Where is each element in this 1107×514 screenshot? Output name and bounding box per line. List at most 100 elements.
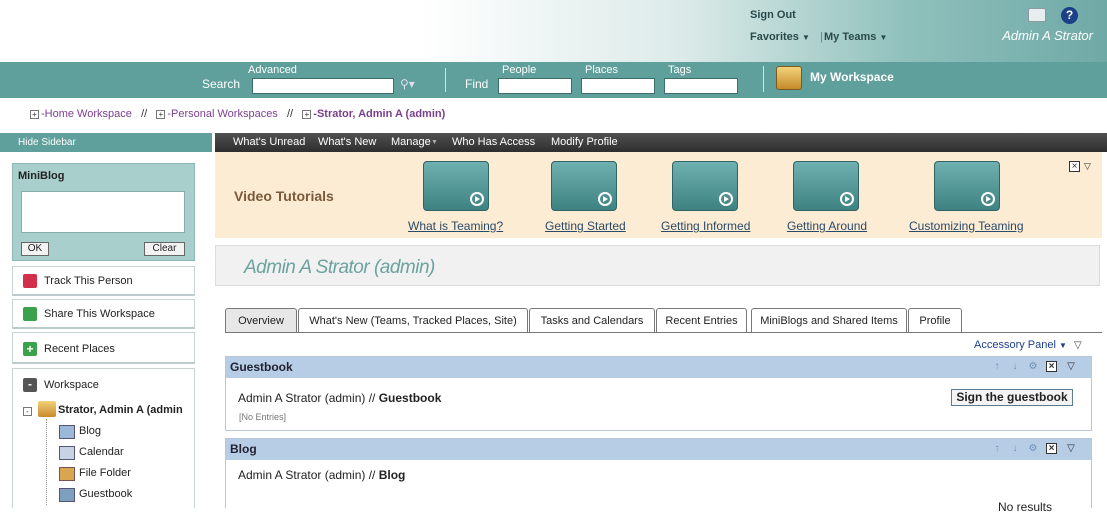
page-title-bar: Admin A Strator (admin) [215, 245, 1100, 286]
video-tutorials-panel: Video Tutorials What is Teaming? Getting… [215, 152, 1102, 238]
move-down-icon[interactable]: ↓ [1009, 443, 1021, 455]
ok-button[interactable]: OK [21, 242, 49, 256]
move-down-icon[interactable]: ↓ [1009, 361, 1021, 373]
guestbook-icon [59, 488, 75, 502]
track-person-box[interactable]: Track This Person [12, 266, 195, 296]
find-people-input[interactable] [498, 78, 572, 94]
print-icon[interactable] [1028, 8, 1046, 22]
places-label: Places [585, 64, 619, 76]
menu-modify-profile[interactable]: Modify Profile [551, 133, 618, 152]
tree-item-file-folder[interactable]: File Folder [79, 467, 131, 479]
teaming-video-icon[interactable] [423, 161, 489, 211]
tab-recent-entries[interactable]: Recent Entries [656, 308, 747, 333]
close-icon[interactable]: × [1069, 161, 1080, 172]
chevron-down-icon[interactable]: ▽ [1065, 443, 1077, 455]
tab-overview[interactable]: Overview [225, 308, 297, 333]
find-tags-input[interactable] [664, 78, 738, 94]
menu-whats-new[interactable]: What's New [318, 133, 376, 152]
find-places-input[interactable] [581, 78, 655, 94]
recent-places-box[interactable]: + Recent Places [12, 332, 195, 364]
blog-path-prefix: Admin A Strator (admin) // [238, 468, 379, 482]
menu-who-has-access[interactable]: Who Has Access [452, 133, 535, 152]
collapse-icon[interactable]: - [23, 406, 32, 416]
video-tutorials-title: Video Tutorials [234, 188, 334, 204]
workspace-label: Workspace [44, 379, 99, 391]
page-title: Admin A Strator (admin) [244, 257, 435, 278]
advanced-search-link[interactable]: Advanced [248, 64, 297, 76]
tab-whats-new[interactable]: What's New (Teams, Tracked Places, Site) [298, 308, 528, 333]
tree-item-blog[interactable]: Blog [79, 425, 101, 437]
tab-profile[interactable]: Profile [908, 308, 962, 333]
search-icon[interactable]: ⚲▾ [400, 77, 415, 91]
expand-icon[interactable]: + [156, 109, 166, 119]
share-workspace-box[interactable]: Share This Workspace [12, 299, 195, 329]
tree-item-guestbook[interactable]: Guestbook [79, 488, 132, 500]
miniblog-panel: MiniBlog OK Clear [12, 163, 195, 261]
hide-sidebar-button[interactable]: Hide Sidebar [0, 133, 212, 152]
play-icon [719, 192, 733, 206]
sign-out-link[interactable]: Sign Out [750, 9, 796, 21]
menu-manage[interactable]: Manage [391, 133, 431, 152]
chevron-down-icon[interactable]: ▽ [1074, 340, 1082, 351]
move-up-icon[interactable]: ↑ [991, 443, 1003, 455]
tab-tasks-calendars[interactable]: Tasks and Calendars [529, 308, 655, 333]
my-workspace-link[interactable]: My Workspace [810, 70, 894, 84]
breadcrumb-personal[interactable]: -Personal Workspaces [167, 108, 277, 120]
breadcrumb-current[interactable]: -Strator, Admin A (admin) [313, 108, 445, 120]
favorites-menu[interactable]: Favorites ▼ [750, 31, 810, 43]
accessory-panel-menu[interactable]: Accessory Panel ▼ [974, 339, 1067, 351]
user-name: Admin A Strator [1002, 28, 1093, 43]
tags-label: Tags [668, 64, 692, 76]
tab-miniblogs-shared[interactable]: MiniBlogs and Shared Items [751, 308, 907, 333]
my-workspace-icon[interactable] [776, 66, 802, 90]
guestbook-header: Guestbook ↑ ↓ ⚙ × ▽ [226, 357, 1091, 378]
sign-guestbook-button[interactable]: Sign the guestbook [951, 389, 1073, 406]
blog-section: Blog ↑ ↓ ⚙ × ▽ Admin A Strator (admin) /… [225, 438, 1092, 514]
blog-icon [59, 425, 75, 439]
clear-button[interactable]: Clear [144, 242, 185, 256]
help-icon[interactable]: ? [1061, 7, 1078, 24]
customizing-video-icon[interactable] [934, 161, 1000, 211]
find-label: Find [465, 77, 489, 91]
menu-whats-unread[interactable]: What's Unread [233, 133, 305, 152]
move-up-icon[interactable]: ↑ [991, 361, 1003, 373]
tutorial-customizing-teaming[interactable]: Customizing Teaming [909, 219, 1024, 233]
chevron-down-icon: ▼ [1059, 341, 1067, 350]
miniblog-input[interactable] [21, 191, 185, 233]
tutorial-what-is-teaming[interactable]: What is Teaming? [408, 219, 503, 233]
tree-toggle[interactable]: - [23, 405, 34, 417]
blog-path-name[interactable]: Blog [379, 468, 406, 482]
started-video-icon[interactable] [551, 161, 617, 211]
collapse-icon[interactable]: - [23, 378, 37, 392]
share-workspace-label: Share This Workspace [44, 308, 155, 320]
chevron-down-icon: ▼ [879, 33, 888, 42]
search-input[interactable] [252, 78, 394, 94]
tutorial-getting-around[interactable]: Getting Around [787, 219, 867, 233]
guestbook-path-name[interactable]: Guestbook [379, 391, 442, 405]
close-icon[interactable]: × [1046, 443, 1057, 454]
guestbook-section: Guestbook ↑ ↓ ⚙ × ▽ Admin A Strator (adm… [225, 356, 1092, 431]
tutorial-getting-started[interactable]: Getting Started [545, 219, 626, 233]
search-label: Search [202, 77, 241, 91]
chevron-down-icon[interactable]: ▽ [1084, 161, 1091, 172]
close-icon[interactable]: × [1046, 361, 1057, 372]
chevron-down-icon[interactable]: ▽ [1065, 361, 1077, 373]
expand-icon[interactable]: + [302, 109, 312, 119]
my-teams-menu[interactable]: My Teams ▼ [824, 31, 887, 43]
expand-icon[interactable]: + [23, 342, 37, 356]
tutorial-getting-informed[interactable]: Getting Informed [661, 219, 750, 233]
play-icon [598, 192, 612, 206]
tree-root[interactable]: Strator, Admin A (admin [58, 404, 195, 416]
breadcrumb-home[interactable]: -Home Workspace [41, 108, 132, 120]
expand-icon[interactable]: + [30, 109, 39, 119]
gear-icon[interactable]: ⚙ [1027, 443, 1039, 455]
gear-icon[interactable]: ⚙ [1027, 361, 1039, 373]
informed-video-icon[interactable] [672, 161, 738, 211]
around-video-icon[interactable] [793, 161, 859, 211]
breadcrumb-separator: // [141, 108, 148, 120]
tree-item-calendar[interactable]: Calendar [79, 446, 124, 458]
track-icon [23, 274, 37, 288]
tree-line [46, 419, 47, 505]
calendar-icon [59, 446, 75, 460]
folder-icon [59, 467, 75, 481]
